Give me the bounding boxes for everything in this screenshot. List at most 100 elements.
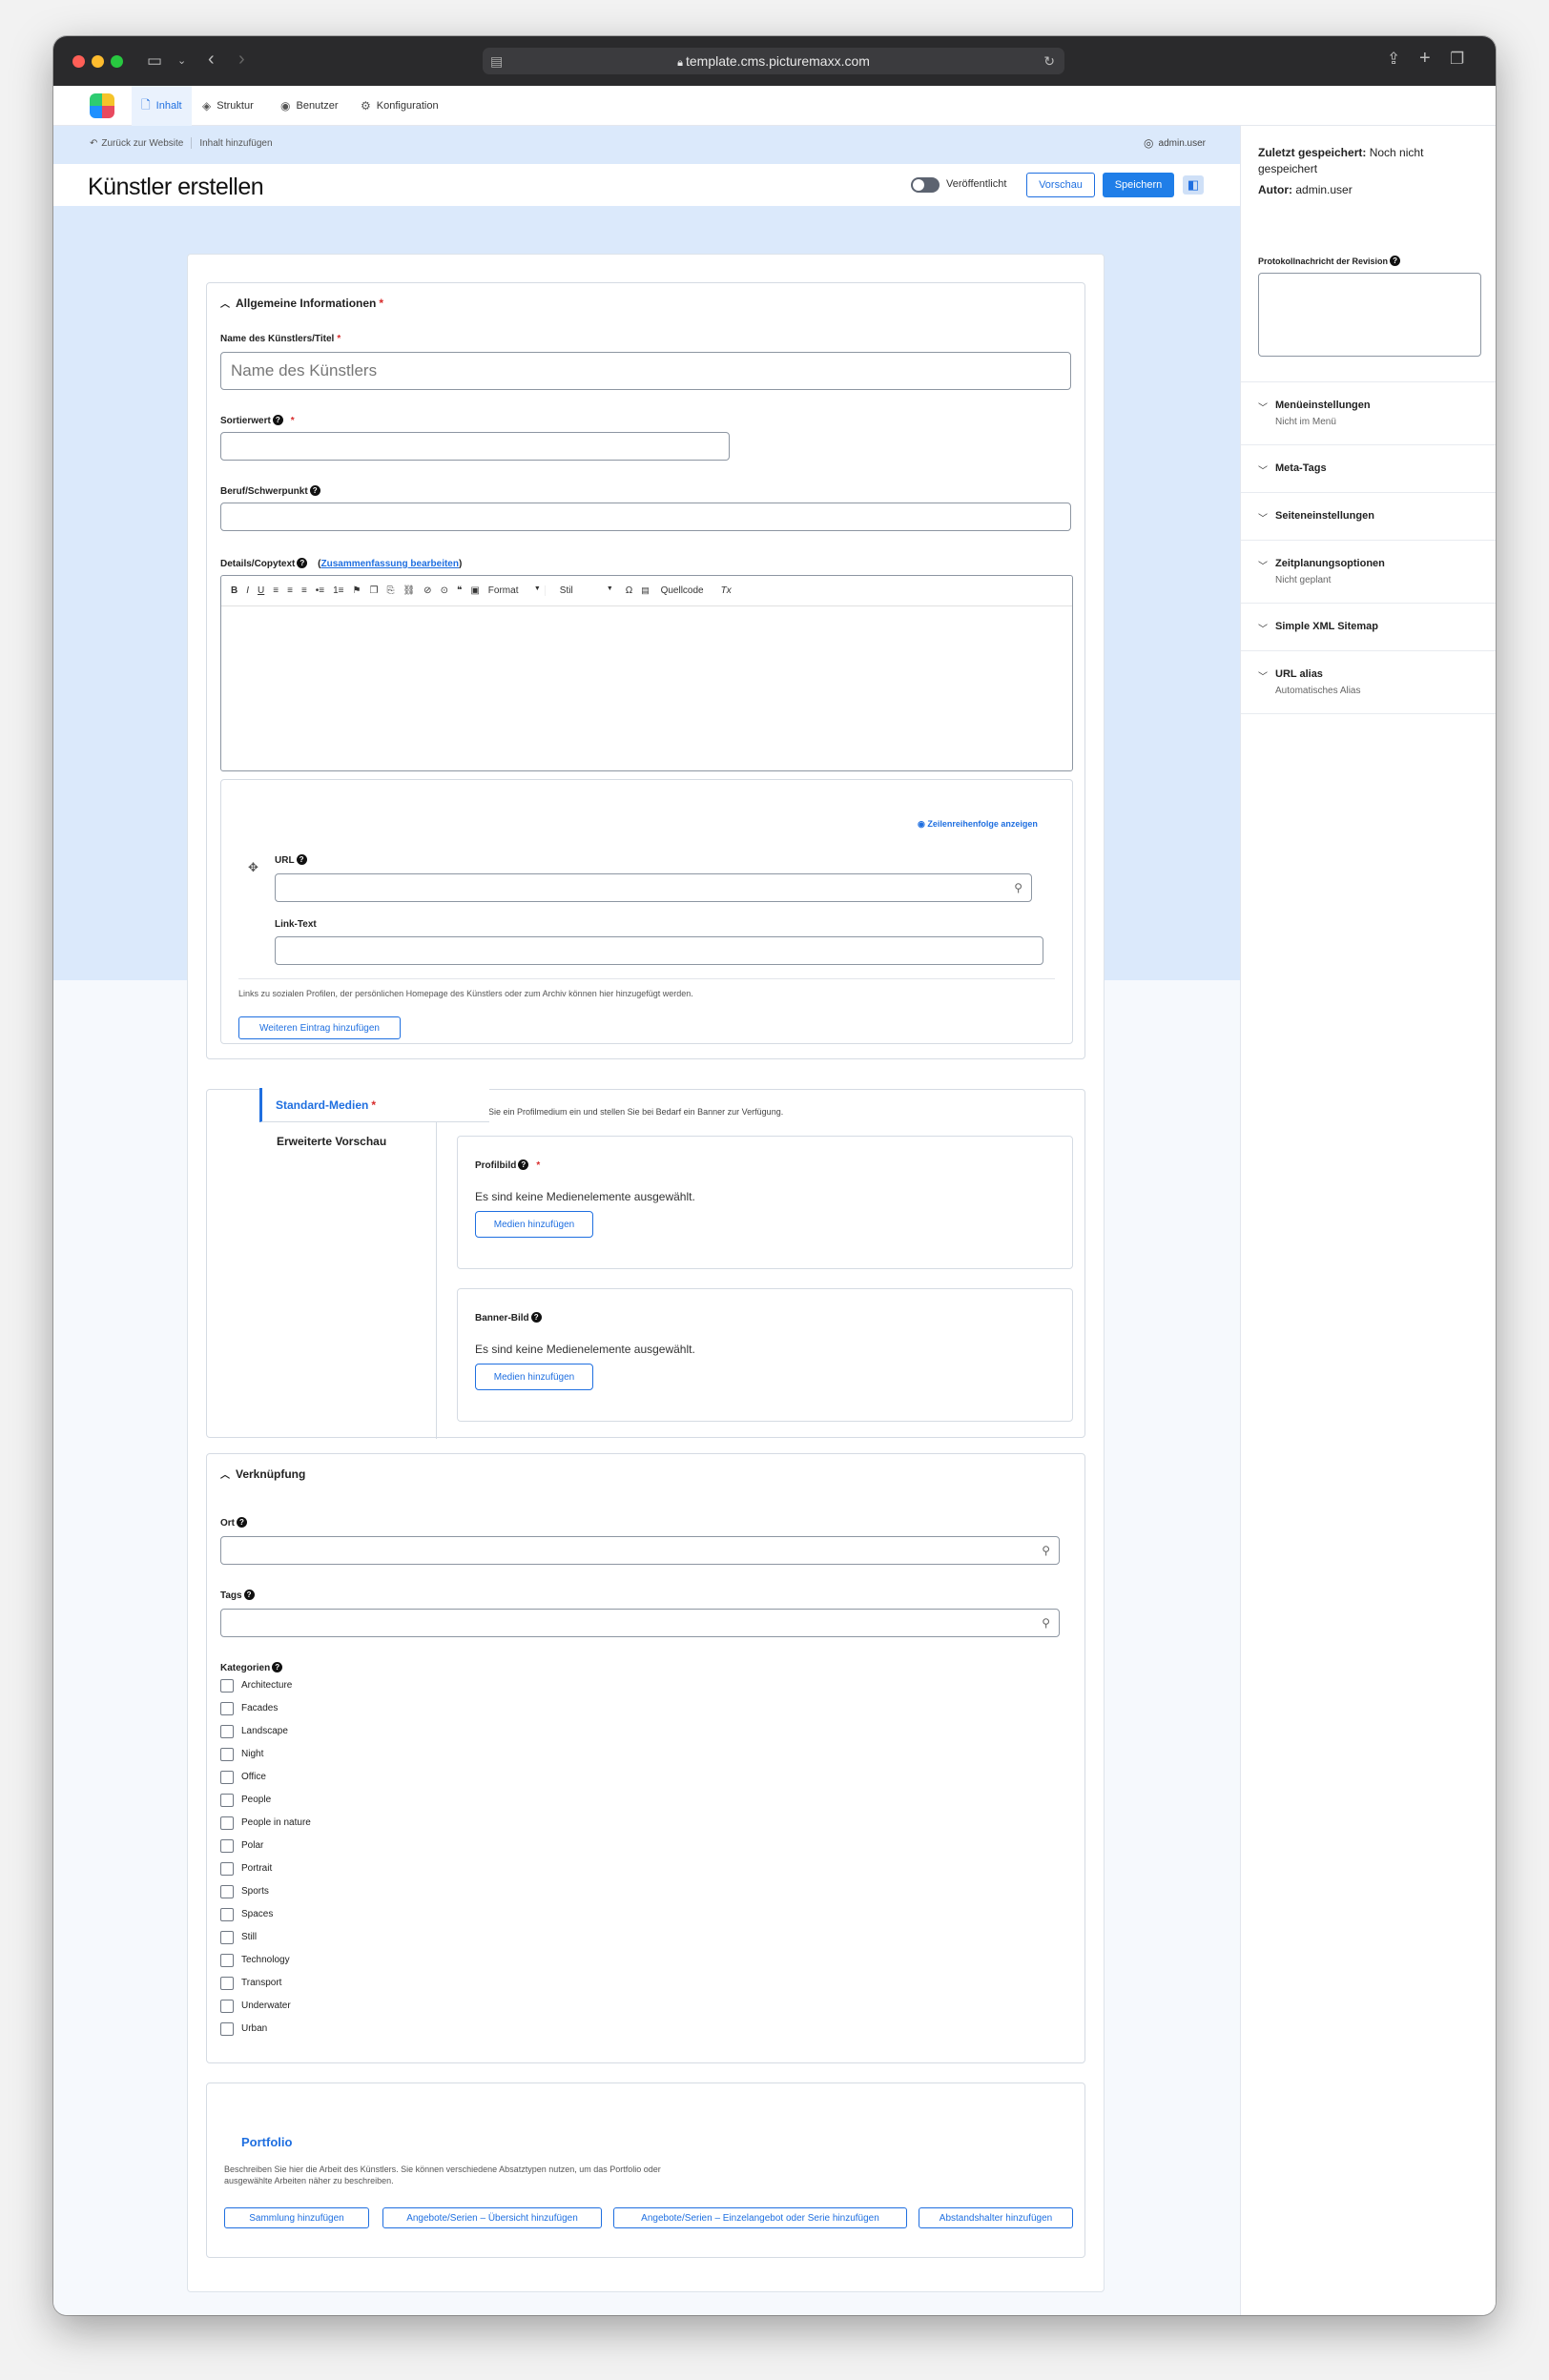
page-settings-icon[interactable]: ▤ xyxy=(490,48,503,74)
category-checkbox[interactable] xyxy=(220,1862,234,1876)
category-label[interactable]: Facades xyxy=(241,1703,278,1713)
category-checkbox[interactable] xyxy=(220,1954,234,1967)
help-icon[interactable]: ? xyxy=(296,854,307,865)
address-bar[interactable]: ▤ 🔒︎ template.cms.picturemaxx.com ↻ xyxy=(483,48,1064,74)
edit-summary-link[interactable]: Zusammenfassung bearbeiten xyxy=(320,559,458,569)
back-to-website-link[interactable]: Zurück zur Website xyxy=(101,138,183,149)
artist-name-input[interactable]: Name des Künstlers xyxy=(220,352,1071,390)
url-input[interactable]: ⚲ xyxy=(275,873,1032,902)
sidebar-layout-icon[interactable]: ◧ xyxy=(1183,175,1204,195)
category-label[interactable]: Landscape xyxy=(241,1726,288,1736)
category-checkbox[interactable] xyxy=(220,1885,234,1898)
category-label[interactable]: Sports xyxy=(241,1886,269,1897)
category-label[interactable]: Underwater xyxy=(241,2000,291,2011)
align-right-button[interactable]: ≡ xyxy=(301,585,307,596)
special-char-button[interactable]: Ω xyxy=(626,585,632,596)
category-label[interactable]: Architecture xyxy=(241,1680,292,1691)
blockquote-icon[interactable]: ❝ xyxy=(457,585,462,596)
rich-text-editor[interactable]: B I U ≡ ≡ ≡ •≡ 1≡ ⚑ ❐ ⎘ ⛓ ⊘ ⊙ ❝ ▣ Format xyxy=(220,575,1073,771)
help-icon[interactable]: ? xyxy=(309,485,320,496)
close-window-button[interactable] xyxy=(72,55,85,68)
category-checkbox[interactable] xyxy=(220,1816,234,1830)
italic-button[interactable]: I xyxy=(246,585,249,596)
category-label[interactable]: People in nature xyxy=(241,1817,311,1828)
add-entry-button[interactable]: Weiteren Eintrag hinzufügen xyxy=(238,1016,401,1039)
remove-format-button[interactable]: Tx xyxy=(721,585,732,596)
tab-standard-media[interactable]: Standard-Medien * xyxy=(259,1088,489,1122)
new-tab-icon[interactable]: + xyxy=(1419,49,1431,68)
numbered-list-button[interactable]: 1≡ xyxy=(333,585,343,596)
back-arrow-icon[interactable]: ‹ xyxy=(208,50,215,69)
linking-toggle[interactable]: ︿ Verknüpfung xyxy=(220,1467,305,1481)
reload-icon[interactable]: ↻ xyxy=(1043,48,1055,74)
category-checkbox[interactable] xyxy=(220,1679,234,1693)
bullet-list-button[interactable]: •≡ xyxy=(316,585,324,596)
sidebar-section[interactable]: ﹀ Zeitplanungsoptionen Nicht geplant xyxy=(1241,541,1496,604)
help-icon[interactable]: ? xyxy=(297,558,308,568)
help-icon[interactable]: ? xyxy=(272,415,283,425)
nav-struktur[interactable]: ◈ Struktur xyxy=(202,86,254,126)
revision-textarea[interactable] xyxy=(1258,273,1481,357)
category-label[interactable]: Office xyxy=(241,1772,266,1782)
forward-arrow-icon[interactable]: › xyxy=(238,50,245,69)
help-icon[interactable]: ? xyxy=(530,1312,542,1323)
category-checkbox[interactable] xyxy=(220,2022,234,2036)
category-checkbox[interactable] xyxy=(220,1702,234,1715)
help-icon[interactable]: ? xyxy=(1390,256,1401,266)
sidebar-toggle-icon[interactable]: ▭ xyxy=(147,51,162,71)
general-info-toggle[interactable]: ︿ Allgemeine Informationen * xyxy=(220,296,383,310)
share-icon[interactable]: ⇪ xyxy=(1387,50,1400,69)
category-label[interactable]: Spaces xyxy=(241,1909,273,1919)
category-label[interactable]: Still xyxy=(241,1932,257,1942)
category-label[interactable]: Polar xyxy=(241,1840,263,1851)
help-icon[interactable]: ? xyxy=(243,1590,255,1600)
category-label[interactable]: Urban xyxy=(241,2023,267,2034)
add-offers-overview-button[interactable]: Angebote/Serien – Übersicht hinzufügen xyxy=(382,2207,602,2228)
anchor-icon[interactable]: ⊙ xyxy=(441,585,448,596)
add-banner-media-button[interactable]: Medien hinzufügen xyxy=(475,1364,593,1390)
add-single-offer-button[interactable]: Angebote/Serien – Einzelangebot oder Ser… xyxy=(613,2207,907,2228)
help-icon[interactable]: ? xyxy=(518,1159,529,1170)
category-checkbox[interactable] xyxy=(220,1908,234,1921)
category-label[interactable]: Technology xyxy=(241,1955,290,1965)
media-embed-icon[interactable]: ❐ xyxy=(370,585,379,596)
category-checkbox[interactable] xyxy=(220,1931,234,1944)
sidebar-section[interactable]: ﹀ Seiteneinstellungen xyxy=(1241,493,1496,541)
sidebar-section[interactable]: ﹀ Meta-Tags xyxy=(1241,445,1496,493)
nav-konfiguration[interactable]: ⚙ Konfiguration xyxy=(361,86,439,126)
style-dropdown[interactable]: Stil ▼ xyxy=(560,585,617,596)
drag-handle-icon[interactable]: ✥ xyxy=(248,860,258,875)
tags-input[interactable]: ⚲ xyxy=(220,1609,1060,1637)
help-icon[interactable]: ? xyxy=(237,1517,247,1528)
category-checkbox[interactable] xyxy=(220,1839,234,1853)
published-toggle[interactable] xyxy=(911,177,940,193)
sidebar-section[interactable]: ﹀ Simple XML Sitemap xyxy=(1241,604,1496,651)
location-input[interactable]: ⚲ xyxy=(220,1536,1060,1565)
add-profile-media-button[interactable]: Medien hinzufügen xyxy=(475,1211,593,1238)
image-icon[interactable]: ▣ xyxy=(470,585,479,596)
row-order-link[interactable]: ◉ Zeilenreihenfolge anzeigen xyxy=(918,818,1038,830)
link-text-input[interactable] xyxy=(275,936,1043,965)
add-collection-button[interactable]: Sammlung hinzufügen xyxy=(224,2207,369,2228)
user-menu[interactable]: ◎ admin.user xyxy=(1144,136,1206,150)
category-label[interactable]: Night xyxy=(241,1749,263,1759)
source-code-button[interactable]: ▤ Quellcode xyxy=(641,585,712,596)
align-center-button[interactable]: ≡ xyxy=(287,585,293,596)
nav-benutzer[interactable]: ◉ Benutzer xyxy=(280,86,339,126)
minimize-window-button[interactable] xyxy=(92,55,104,68)
sidebar-section[interactable]: ﹀ URL alias Automatisches Alias xyxy=(1241,651,1496,714)
flag-icon[interactable]: ⚑ xyxy=(353,585,361,596)
category-checkbox[interactable] xyxy=(220,1748,234,1761)
bold-button[interactable]: B xyxy=(231,585,238,596)
job-focus-input[interactable] xyxy=(220,503,1071,531)
sidebar-section[interactable]: ﹀ Menüeinstellungen Nicht im Menü xyxy=(1241,382,1496,445)
category-checkbox[interactable] xyxy=(220,1771,234,1784)
maximize-window-button[interactable] xyxy=(111,55,123,68)
nav-inhalt[interactable]: 🗋 Inhalt xyxy=(132,86,192,126)
save-button[interactable]: Speichern xyxy=(1103,173,1174,197)
sort-value-input[interactable] xyxy=(220,432,730,461)
category-checkbox[interactable] xyxy=(220,2000,234,2013)
format-dropdown[interactable]: Format ▼ xyxy=(488,585,546,596)
chevron-down-icon[interactable]: ⌄ xyxy=(177,51,186,71)
align-left-button[interactable]: ≡ xyxy=(273,585,279,596)
